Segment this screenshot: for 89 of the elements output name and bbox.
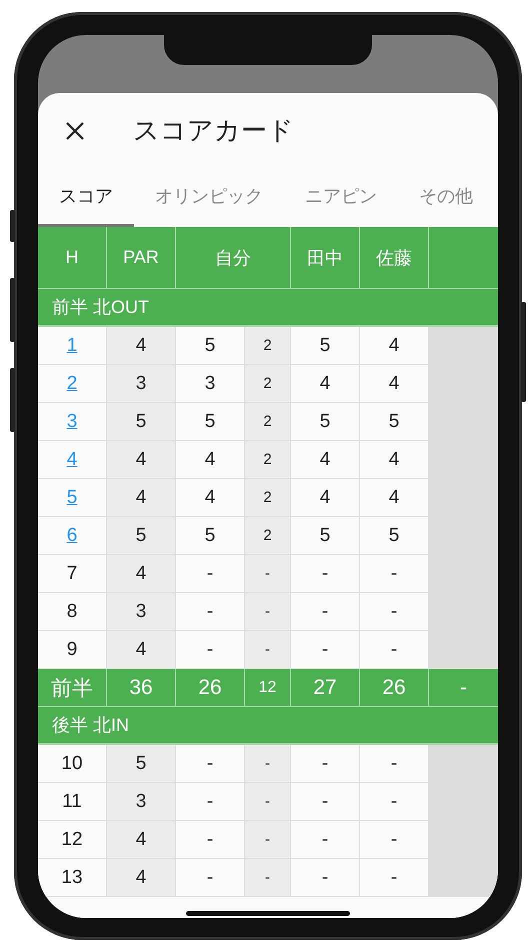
table-cell: 5 bbox=[107, 745, 176, 783]
hole-cell[interactable]: 6 bbox=[38, 517, 107, 555]
table-cell: - bbox=[291, 745, 360, 783]
table-cell: 2 bbox=[245, 517, 291, 555]
table-cell: - bbox=[360, 593, 429, 631]
table-cell: 5 bbox=[176, 517, 245, 555]
table-cell: 2 bbox=[245, 365, 291, 403]
tab[interactable]: ニアピン bbox=[284, 168, 398, 227]
table-cell: - bbox=[360, 555, 429, 593]
table-cell: 3 bbox=[107, 365, 176, 403]
table-cell: - bbox=[176, 593, 245, 631]
hole-cell: 7 bbox=[38, 555, 107, 593]
table-cell: - bbox=[360, 859, 429, 897]
table-cell: - bbox=[291, 783, 360, 821]
table-cell: 4 bbox=[107, 327, 176, 365]
table-cell: 3 bbox=[176, 365, 245, 403]
table-cell: 5 bbox=[291, 327, 360, 365]
hole-cell[interactable]: 3 bbox=[38, 403, 107, 441]
table-cell bbox=[429, 745, 498, 783]
hole-cell[interactable]: 5 bbox=[38, 479, 107, 517]
table-cell: - bbox=[245, 745, 291, 783]
section-header: 前半 北OUT bbox=[38, 289, 498, 327]
table-cell: - bbox=[176, 783, 245, 821]
hole-cell: 11 bbox=[38, 783, 107, 821]
table-cell: 5 bbox=[176, 327, 245, 365]
close-icon[interactable] bbox=[65, 120, 85, 140]
hole-cell: 8 bbox=[38, 593, 107, 631]
table-cell: - bbox=[176, 631, 245, 669]
table-cell bbox=[429, 631, 498, 669]
table-cell: - bbox=[176, 859, 245, 897]
hole-cell: 9 bbox=[38, 631, 107, 669]
table-cell: 2 bbox=[245, 479, 291, 517]
table-cell: 4 bbox=[291, 479, 360, 517]
table-cell: 2 bbox=[245, 327, 291, 365]
sheet-title: スコアカード bbox=[133, 114, 294, 147]
table-cell: - bbox=[245, 555, 291, 593]
tab[interactable]: その他 bbox=[398, 168, 494, 227]
table-cell: 4 bbox=[360, 365, 429, 403]
table-cell: - bbox=[291, 859, 360, 897]
table-cell: 4 bbox=[107, 821, 176, 859]
table-cell: 4 bbox=[107, 441, 176, 479]
table-cell: - bbox=[360, 821, 429, 859]
table-cell: 2 bbox=[245, 403, 291, 441]
table-cell: - bbox=[360, 783, 429, 821]
table-cell: 4 bbox=[291, 441, 360, 479]
table-cell: 4 bbox=[107, 555, 176, 593]
table-cell: - bbox=[245, 631, 291, 669]
table-cell: 4 bbox=[360, 441, 429, 479]
table-cell: - bbox=[245, 593, 291, 631]
hole-cell[interactable]: 4 bbox=[38, 441, 107, 479]
table-cell: 5 bbox=[107, 517, 176, 555]
hole-cell[interactable]: 1 bbox=[38, 327, 107, 365]
table-cell: 4 bbox=[291, 365, 360, 403]
table-cell: 4 bbox=[360, 479, 429, 517]
table-cell: 4 bbox=[107, 631, 176, 669]
hole-cell[interactable]: 2 bbox=[38, 365, 107, 403]
table-cell: - bbox=[176, 555, 245, 593]
table-cell: 5 bbox=[107, 403, 176, 441]
table-cell: 4 bbox=[107, 859, 176, 897]
table-cell: - bbox=[291, 555, 360, 593]
table-cell: 4 bbox=[176, 441, 245, 479]
table-cell: 5 bbox=[291, 517, 360, 555]
table-cell: 5 bbox=[176, 403, 245, 441]
table-cell: - bbox=[291, 631, 360, 669]
table-cell bbox=[429, 859, 498, 897]
table-cell: 2 bbox=[245, 441, 291, 479]
table-cell: 3 bbox=[107, 593, 176, 631]
table-cell: 4 bbox=[107, 479, 176, 517]
table-cell: - bbox=[245, 821, 291, 859]
table-cell: 4 bbox=[176, 479, 245, 517]
table-cell: 5 bbox=[360, 517, 429, 555]
table-cell: 4 bbox=[360, 327, 429, 365]
table-cell: 3 bbox=[107, 783, 176, 821]
table-cell: 5 bbox=[291, 403, 360, 441]
table-cell: - bbox=[245, 859, 291, 897]
section-header: 後半 北IN bbox=[38, 707, 498, 745]
table-cell: - bbox=[291, 593, 360, 631]
table-cell: - bbox=[245, 783, 291, 821]
table-cell: - bbox=[176, 821, 245, 859]
table-cell: - bbox=[291, 821, 360, 859]
table-cell bbox=[429, 327, 498, 365]
hole-cell: 10 bbox=[38, 745, 107, 783]
table-cell: 5 bbox=[360, 403, 429, 441]
table-cell: - bbox=[176, 745, 245, 783]
hole-cell: 12 bbox=[38, 821, 107, 859]
tab[interactable]: オリンピック bbox=[134, 168, 284, 227]
table-cell: - bbox=[360, 631, 429, 669]
hole-cell: 13 bbox=[38, 859, 107, 897]
table-cell: - bbox=[360, 745, 429, 783]
